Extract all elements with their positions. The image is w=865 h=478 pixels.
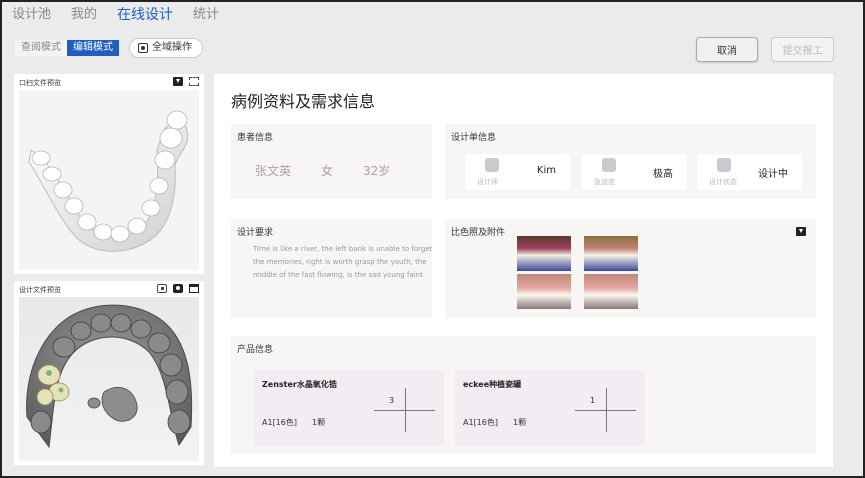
design-status-stat: 设计状态 设计中 <box>697 154 802 190</box>
shade-photos-title: 比色照及附件 <box>451 228 506 238</box>
dental-arch-model <box>28 110 189 252</box>
nav-online-design[interactable]: 在线设计 <box>117 5 173 27</box>
urgency-label: 急迫度 <box>594 178 615 186</box>
status-icon <box>717 158 731 172</box>
designer-icon <box>485 158 499 172</box>
urgency-icon <box>602 158 616 172</box>
product-card[interactable]: Zenster水晶氧化锆 A1[16色] 1颗 3 <box>254 370 444 446</box>
global-operation-label: 全域操作 <box>152 42 192 53</box>
product-card[interactable]: eckee种植瓷罐 A1[16色] 1颗 1 <box>455 370 645 446</box>
nav-statistics[interactable]: 统计 <box>193 5 219 27</box>
submit-report-button[interactable]: 提交报工 <box>771 37 834 62</box>
urgency-value: 极高 <box>653 169 673 180</box>
patient-gender: 女 <box>321 164 334 178</box>
design-order-card: 设计单信息 设计师 Kim 急迫度 极高 设计状态 设计中 <box>445 124 816 199</box>
tooth-position-grid: 1 <box>575 388 636 432</box>
product-shade: A1[16色] <box>262 418 297 427</box>
nav-design-pool[interactable]: 设计池 <box>12 5 51 27</box>
design-file-viewer[interactable] <box>19 297 199 461</box>
design-requirements-card: 设计要求 Time is like a river, the left bank… <box>231 219 432 318</box>
design-arch-model <box>26 304 193 449</box>
design-file-preview-title: 设计文件预览 <box>19 286 61 294</box>
download-attachments-icon[interactable] <box>796 227 806 236</box>
tooth-position-grid: 3 <box>374 388 435 432</box>
top-nav: 设计池 我的 在线设计 统计 <box>12 5 239 27</box>
design-requirements-title: 设计要求 <box>237 228 274 238</box>
mouth-scan-preview-title: 口扫文件预览 <box>19 79 61 87</box>
app-window: 设计池 我的 在线设计 统计 查阅模式 编辑模式 全域操作 取消 提交报工 口扫… <box>0 0 865 478</box>
design-status-label: 设计状态 <box>709 178 737 186</box>
focus-icon[interactable] <box>157 284 167 293</box>
designer-value: Kim <box>536 165 556 176</box>
mode-bar: 查阅模式 编辑模式 全域操作 <box>15 37 203 59</box>
design-file-preview-panel: 设计文件预览 <box>14 281 204 465</box>
designer-stat: 设计师 Kim <box>465 154 570 190</box>
urgency-stat: 急迫度 极高 <box>582 154 687 190</box>
tooth-number: 1 <box>590 396 596 405</box>
patient-details: 张文英 女 32岁 <box>255 162 390 179</box>
panel-icon[interactable] <box>189 284 199 293</box>
shade-photos-card: 比色照及附件 <box>445 219 816 318</box>
product-info-title: 产品信息 <box>237 345 274 355</box>
design-order-title: 设计单信息 <box>451 133 497 143</box>
designer-label: 设计师 <box>477 178 498 186</box>
design-status-value: 设计中 <box>758 169 788 180</box>
design-requirements-text: Time is like a river, the left bank is u… <box>253 245 433 279</box>
product-name: eckee种植瓷罐 <box>463 380 522 389</box>
patient-info-title: 患者信息 <box>237 133 274 143</box>
view-mode-tab[interactable]: 查阅模式 <box>15 40 67 56</box>
nav-mine[interactable]: 我的 <box>71 5 97 27</box>
target-icon <box>138 43 148 53</box>
page-title: 病例资料及需求信息 <box>231 92 376 111</box>
tooth-number: 3 <box>389 396 395 405</box>
shade-photo-2[interactable] <box>584 236 638 271</box>
screenshot-icon[interactable] <box>173 284 183 293</box>
mouth-scan-viewer[interactable] <box>19 90 199 270</box>
fullscreen-icon[interactable] <box>189 77 199 86</box>
download-icon[interactable] <box>173 77 183 86</box>
patient-info-card: 患者信息 张文英 女 32岁 <box>231 124 432 199</box>
edit-mode-tab[interactable]: 编辑模式 <box>67 40 119 56</box>
patient-name: 张文英 <box>255 164 292 178</box>
product-shade: A1[16色] <box>463 418 498 427</box>
shade-photo-4[interactable] <box>584 274 638 309</box>
patient-age: 32岁 <box>363 164 391 178</box>
product-count: 1颗 <box>312 418 326 427</box>
product-name: Zenster水晶氧化锆 <box>262 380 337 389</box>
case-info-panel: 病例资料及需求信息 患者信息 张文英 女 32岁 设计单信息 设计师 Kim 急… <box>214 74 833 467</box>
mouth-scan-preview-panel: 口扫文件预览 <box>14 74 204 274</box>
shade-photo-1[interactable] <box>517 236 571 271</box>
product-info-card: 产品信息 Zenster水晶氧化锆 A1[16色] 1颗 3 eckee种植瓷罐… <box>231 336 816 454</box>
shade-photo-3[interactable] <box>517 274 571 309</box>
global-operation-button[interactable]: 全域操作 <box>129 38 203 58</box>
product-count: 1颗 <box>513 418 527 427</box>
cancel-button[interactable]: 取消 <box>696 37 758 62</box>
